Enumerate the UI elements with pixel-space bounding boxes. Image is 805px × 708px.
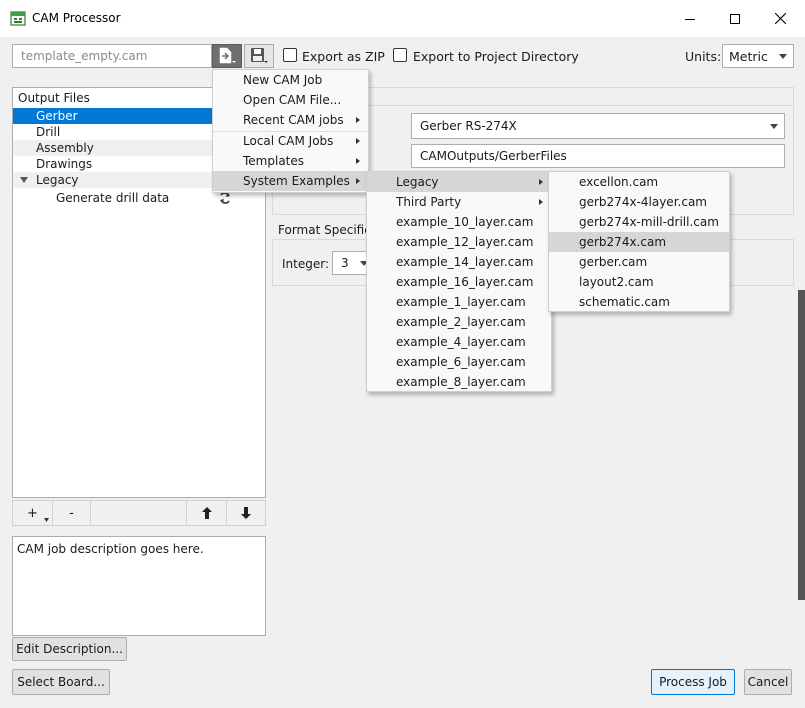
add-button[interactable]: + <box>13 501 53 525</box>
background-window-edge <box>798 290 805 600</box>
menu-item-third-party[interactable]: Third Party <box>367 192 551 212</box>
minimize-icon <box>685 18 695 20</box>
menu-item-legacy-file[interactable]: schematic.cam <box>549 292 729 312</box>
refresh-icon[interactable] <box>218 191 232 205</box>
integer-label: Integer: <box>282 257 329 271</box>
submenu-arrow-icon <box>356 138 360 144</box>
submenu-arrow-icon <box>356 178 360 184</box>
new-file-dropdown-icon <box>219 47 236 64</box>
tree-toolbar: + - <box>12 500 266 526</box>
arrow-down-icon <box>241 507 251 519</box>
menu-item-legacy-file[interactable]: gerb274x.cam <box>549 232 729 252</box>
chevron-down-icon <box>44 518 49 522</box>
menu-item-legacy-file[interactable]: gerber.cam <box>549 252 729 272</box>
format-spec-label: Format Specifier <box>278 223 377 237</box>
menu-item-open-cam-file[interactable]: Open CAM File... <box>213 90 368 110</box>
close-icon <box>774 13 786 24</box>
menu-item-legacy-file[interactable]: gerb274x-4layer.cam <box>549 192 729 212</box>
move-down-button[interactable] <box>227 501 265 525</box>
submenu-arrow-icon <box>356 117 360 123</box>
export-zip-label: Export as ZIP <box>302 49 385 64</box>
process-job-button[interactable]: Process Job <box>651 669 735 695</box>
system-examples-menu: Legacy Third Party example_10_layer.cam … <box>366 171 552 392</box>
units-value: Metric <box>729 49 768 64</box>
menu-item-recent-cam-jobs[interactable]: Recent CAM jobs <box>213 110 368 130</box>
menu-item-new-cam-job[interactable]: New CAM Job <box>213 70 368 90</box>
app-icon <box>10 11 26 26</box>
maximize-icon <box>730 13 740 24</box>
expand-arrow-icon[interactable] <box>20 177 28 183</box>
menu-item-example[interactable]: example_12_layer.cam <box>367 232 551 252</box>
menu-item-example[interactable]: example_2_layer.cam <box>367 312 551 332</box>
menu-item-example[interactable]: example_1_layer.cam <box>367 292 551 312</box>
menu-item-example[interactable]: example_14_layer.cam <box>367 252 551 272</box>
menu-item-example[interactable]: example_6_layer.cam <box>367 352 551 372</box>
window-title: CAM Processor <box>32 11 121 25</box>
submenu-arrow-icon <box>539 199 543 205</box>
submenu-arrow-icon <box>539 179 543 185</box>
chevron-down-icon <box>779 54 787 59</box>
menu-item-legacy[interactable]: Legacy <box>367 172 551 192</box>
edit-description-button[interactable]: Edit Description... <box>12 637 127 661</box>
format-value: Gerber RS-274X <box>420 119 517 133</box>
menu-item-local-cam-jobs[interactable]: Local CAM Jobs <box>213 131 368 151</box>
units-select[interactable]: Metric <box>722 44 794 68</box>
menu-item-legacy-file[interactable]: layout2.cam <box>549 272 729 292</box>
menu-item-legacy-file[interactable]: gerb274x-mill-drill.cam <box>549 212 729 232</box>
maximize-button[interactable] <box>712 0 758 37</box>
arrow-up-icon <box>201 507 212 519</box>
menu-item-templates[interactable]: Templates <box>213 151 368 171</box>
menu-item-legacy-file[interactable]: excellon.cam <box>549 172 729 192</box>
menu-item-example[interactable]: example_8_layer.cam <box>367 372 551 392</box>
format-select[interactable]: Gerber RS-274X <box>411 113 785 139</box>
chevron-down-icon <box>770 124 778 129</box>
cancel-button[interactable]: Cancel <box>744 669 792 695</box>
export-project-label: Export to Project Directory <box>413 49 579 64</box>
select-board-button[interactable]: Select Board... <box>12 669 110 695</box>
output-path-input[interactable]: CAMOutputs/GerberFiles <box>411 144 785 168</box>
menu-item-example[interactable]: example_16_layer.cam <box>367 272 551 292</box>
submenu-arrow-icon <box>356 158 360 164</box>
save-button[interactable] <box>244 44 274 68</box>
toolbar-spacer <box>91 501 187 525</box>
units-label: Units: <box>685 49 722 64</box>
remove-button[interactable]: - <box>53 501 91 525</box>
move-up-button[interactable] <box>187 501 227 525</box>
menu-item-system-examples[interactable]: System Examples <box>213 171 368 191</box>
export-project-checkbox[interactable] <box>393 48 407 62</box>
save-icon <box>251 48 268 63</box>
export-zip-checkbox[interactable] <box>283 48 297 62</box>
file-menu: New CAM Job Open CAM File... Recent CAM … <box>212 69 369 193</box>
template-input[interactable]: template_empty.cam <box>12 44 212 68</box>
close-button[interactable] <box>757 0 803 37</box>
minimize-button[interactable] <box>667 0 713 37</box>
legacy-menu: excellon.cam gerb274x-4layer.cam gerb274… <box>548 171 730 312</box>
title-bar: CAM Processor <box>0 0 805 37</box>
menu-item-example[interactable]: example_4_layer.cam <box>367 332 551 352</box>
job-description[interactable]: CAM job description goes here. <box>12 536 266 636</box>
file-menu-button[interactable] <box>212 44 242 68</box>
menu-item-example[interactable]: example_10_layer.cam <box>367 212 551 232</box>
